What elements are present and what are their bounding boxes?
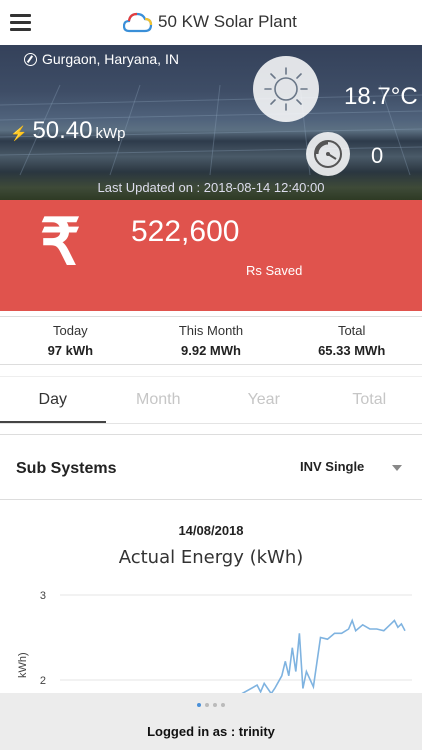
energy-stats: Today 97 kWh This Month 9.92 MWh Total 6… bbox=[0, 316, 422, 365]
chevron-down-icon[interactable] bbox=[392, 465, 402, 471]
chart-title: Actual Energy (kWh) bbox=[118, 547, 304, 568]
pager-dot-active[interactable] bbox=[197, 703, 201, 707]
cloud-logo-icon bbox=[123, 12, 153, 33]
stat-label: Total bbox=[337, 323, 366, 338]
location-icon bbox=[24, 52, 37, 66]
energy-line-chart: kWh) 3 2 bbox=[17, 590, 412, 698]
stat-label: Today bbox=[52, 323, 88, 338]
top-bar: 50 KW Solar Plant bbox=[0, 0, 422, 45]
stat-label: This Month bbox=[178, 323, 244, 338]
savings-panel: ₹ 522,600 Rs Saved bbox=[0, 200, 422, 311]
capacity-value: 50.40 bbox=[32, 117, 93, 144]
y-axis-label: kWh) bbox=[17, 652, 29, 678]
saved-label: Rs Saved bbox=[246, 263, 303, 278]
menu-icon[interactable] bbox=[10, 14, 31, 31]
location-text: Gurgaon, Haryana, IN bbox=[42, 51, 179, 67]
footer: Logged in as : trinity bbox=[0, 693, 422, 750]
subsystem-select[interactable]: INV Single bbox=[300, 459, 364, 474]
stat-value: 9.92 MWh bbox=[181, 343, 241, 358]
logged-in-status: Logged in as : trinity bbox=[147, 724, 275, 739]
subsystems-row: Sub Systems INV Single bbox=[0, 434, 422, 500]
location: Gurgaon, Haryana, IN bbox=[24, 51, 179, 67]
stat-today: Today 97 kWh bbox=[0, 317, 141, 364]
gauge-icon bbox=[306, 132, 350, 176]
stat-value: 65.33 MWh bbox=[318, 343, 386, 358]
tab-total[interactable]: Total bbox=[317, 377, 422, 423]
capacity-unit: kWp bbox=[95, 125, 126, 142]
page-title: 50 KW Solar Plant bbox=[158, 12, 297, 31]
sun-icon bbox=[253, 56, 319, 122]
rupee-icon: ₹ bbox=[40, 206, 81, 278]
pager-dots bbox=[0, 703, 422, 707]
stat-this-month: This Month 9.92 MWh bbox=[141, 317, 282, 364]
period-tabs: Day Month Year Total bbox=[0, 376, 422, 424]
saved-amount: 522,600 bbox=[131, 215, 240, 248]
pager-dot[interactable] bbox=[213, 703, 217, 707]
tab-month[interactable]: Month bbox=[106, 377, 212, 423]
plant-weather-banner: Gurgaon, Haryana, IN 18.7°C ⚡ 50.40 kWp … bbox=[0, 45, 422, 200]
series-line bbox=[60, 618, 406, 698]
stat-total: Total 65.33 MWh bbox=[281, 317, 422, 364]
stat-value: 97 kWh bbox=[47, 343, 94, 358]
subsystems-label: Sub Systems bbox=[16, 460, 117, 477]
y-tick-label: 2 bbox=[40, 675, 46, 687]
tab-year[interactable]: Year bbox=[211, 377, 317, 423]
pager-dot[interactable] bbox=[221, 703, 225, 707]
y-tick-label: 3 bbox=[40, 590, 46, 602]
plant-capacity: ⚡ 50.40 kWp bbox=[10, 117, 126, 145]
temperature: 18.7°C bbox=[344, 83, 418, 110]
tab-day[interactable]: Day bbox=[0, 377, 106, 423]
chart-date: 14/08/2018 bbox=[178, 523, 244, 538]
pager-dot[interactable] bbox=[205, 703, 209, 707]
last-updated: Last Updated on : 2018-08-14 12:40:00 bbox=[97, 180, 325, 195]
gauge-value: 0 bbox=[371, 143, 384, 168]
lightning-icon: ⚡ bbox=[10, 125, 28, 141]
